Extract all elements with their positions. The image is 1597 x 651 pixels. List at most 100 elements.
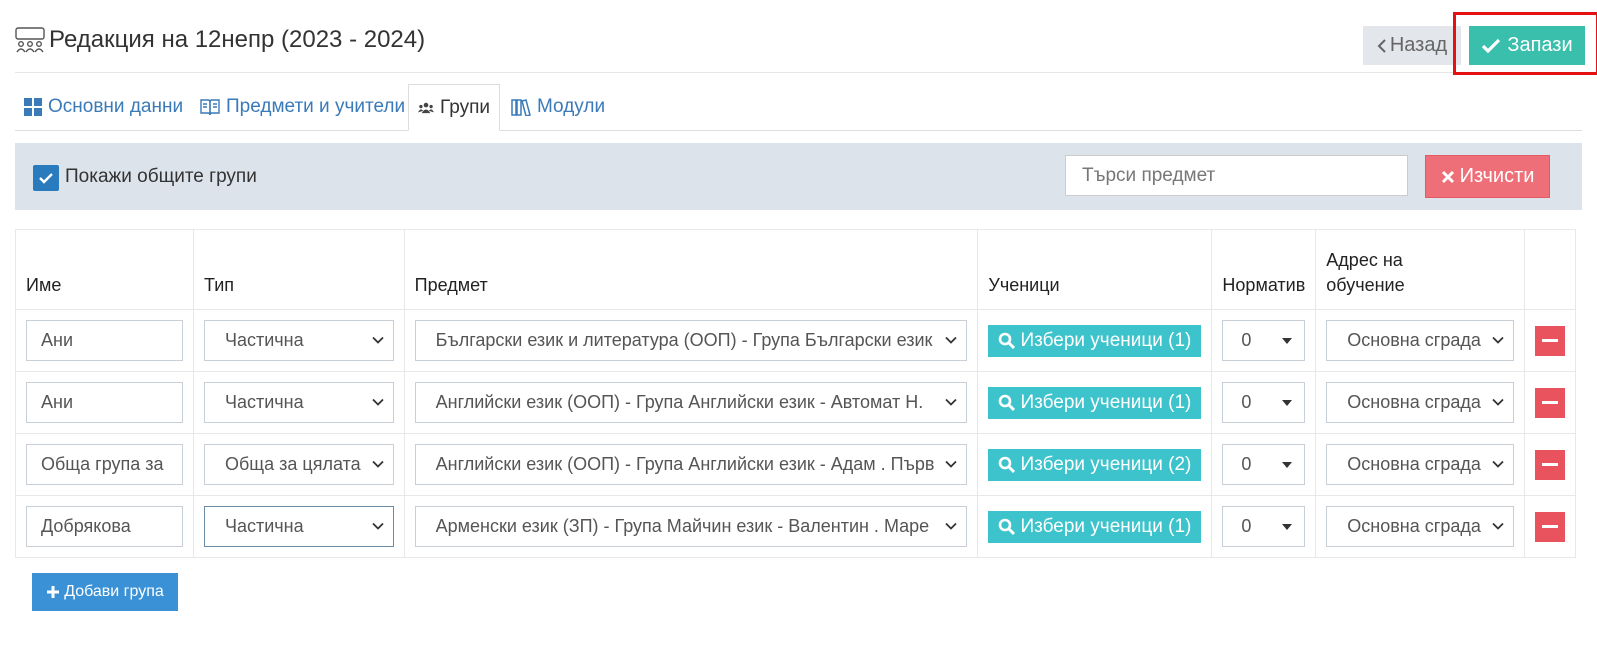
search-subject-input[interactable] xyxy=(1065,155,1408,196)
tab-label: Предмети и учители xyxy=(226,96,406,117)
norm-value: 0 xyxy=(1241,392,1252,412)
group-type-value: Обща за цялата xyxy=(225,454,361,474)
column-header-name: Име xyxy=(15,229,194,310)
search-icon xyxy=(999,394,1016,411)
subject-value: Английски език (ООП) - Група Английски е… xyxy=(435,392,924,412)
show-common-groups-checkbox[interactable] xyxy=(33,165,59,191)
remove-group-button[interactable] xyxy=(1534,387,1565,418)
minus-icon xyxy=(1541,525,1558,528)
back-button-label: Назад xyxy=(1389,34,1448,56)
tab-basic-data[interactable]: Основни данни xyxy=(15,84,192,130)
table-row: Обща група за Обща за цялата Английски е… xyxy=(15,433,1576,496)
group-name-input[interactable]: Добрякова xyxy=(26,506,183,547)
subject-value: Български език и литература (ООП) - Груп… xyxy=(435,330,933,350)
table-header-row: Име Тип Предмет Ученици Норматив Адрес н… xyxy=(15,229,1576,310)
chevron-down-icon xyxy=(945,522,958,530)
select-students-button[interactable]: Избери ученици (2) xyxy=(988,448,1202,481)
close-icon xyxy=(1441,170,1454,183)
address-select[interactable]: Основна сграда xyxy=(1326,382,1514,423)
caret-down-icon xyxy=(1282,338,1293,344)
address-header-line1: Адрес на xyxy=(1326,250,1403,270)
grid-icon xyxy=(24,98,42,116)
remove-group-button[interactable] xyxy=(1534,511,1565,542)
tab-groups[interactable]: Групи xyxy=(408,84,500,131)
group-type-value: Частична xyxy=(225,392,304,412)
group-type-select[interactable]: Частична xyxy=(204,382,394,423)
column-header-address: Адрес на обучение xyxy=(1315,229,1525,310)
remove-group-button[interactable] xyxy=(1534,449,1565,480)
group-name-input[interactable]: Обща група за xyxy=(26,444,183,485)
select-students-button[interactable]: Избери ученици (1) xyxy=(988,386,1202,419)
group-icon xyxy=(15,27,45,53)
table-row: Ани Частична Български език и литература… xyxy=(15,309,1576,372)
subject-select[interactable]: Английски език (ООП) - Група Английски е… xyxy=(414,382,968,423)
address-select[interactable]: Основна сграда xyxy=(1326,320,1514,361)
chevron-down-icon xyxy=(371,398,384,406)
subject-value: Английски език (ООП) - Група Английски е… xyxy=(435,454,935,474)
column-header-actions xyxy=(1523,229,1576,310)
select-students-label: Избери ученици (1) xyxy=(1020,515,1192,537)
minus-icon xyxy=(1541,339,1558,342)
address-select[interactable]: Основна сграда xyxy=(1326,444,1514,485)
address-header-line2: обучение xyxy=(1326,275,1405,295)
search-icon xyxy=(999,518,1016,535)
subject-select[interactable]: Арменски език (ЗП) - Група Майчин език -… xyxy=(414,506,968,547)
save-highlight-box xyxy=(1453,12,1597,75)
group-type-select[interactable]: Обща за цялата xyxy=(204,444,394,485)
chevron-down-icon xyxy=(1492,336,1504,344)
group-type-select[interactable]: Частична xyxy=(204,506,394,547)
caret-down-icon xyxy=(1282,462,1293,468)
select-students-label: Избери ученици (2) xyxy=(1020,453,1192,475)
chevron-down-icon xyxy=(945,398,958,406)
books-icon xyxy=(511,99,531,116)
group-name-input[interactable]: Ани xyxy=(26,320,183,361)
select-students-label: Избери ученици (1) xyxy=(1020,391,1192,413)
subject-select[interactable]: Английски език (ООП) - Група Английски е… xyxy=(414,444,968,485)
tab-label: Модули xyxy=(537,96,606,117)
tab-label: Основни данни xyxy=(48,96,184,117)
chevron-down-icon xyxy=(945,460,958,468)
group-name-input[interactable]: Ани xyxy=(26,382,183,423)
address-value: Основна сграда xyxy=(1347,516,1481,536)
address-select[interactable]: Основна сграда xyxy=(1326,506,1514,547)
users-icon xyxy=(418,102,435,113)
chevron-down-icon xyxy=(371,336,384,344)
chevron-down-icon xyxy=(1492,398,1504,406)
show-common-groups-label: Покажи общите групи xyxy=(65,166,257,187)
minus-icon xyxy=(1541,401,1558,404)
norm-value: 0 xyxy=(1241,330,1252,350)
add-group-button[interactable]: Добави група xyxy=(32,573,178,611)
remove-group-button[interactable] xyxy=(1534,325,1565,356)
address-value: Основна сграда xyxy=(1347,454,1481,474)
back-button[interactable]: Назад xyxy=(1363,26,1461,65)
norm-select[interactable]: 0 xyxy=(1222,444,1306,485)
norm-select[interactable]: 0 xyxy=(1222,382,1306,423)
filter-bar: Покажи общите групи Изчисти xyxy=(15,143,1582,210)
group-type-select[interactable]: Частична xyxy=(204,320,394,361)
address-value: Основна сграда xyxy=(1347,330,1481,350)
tab-bar: Основни данни Предмети и учители Групи М… xyxy=(15,84,1582,131)
caret-down-icon xyxy=(1282,524,1293,530)
chevron-left-icon xyxy=(1377,38,1386,53)
column-header-students: Ученици xyxy=(977,229,1213,310)
tab-subjects-teachers[interactable]: Предмети и учители xyxy=(191,84,414,130)
select-students-button[interactable]: Избери ученици (1) xyxy=(988,510,1202,543)
table-row: Ани Частична Английски език (ООП) - Груп… xyxy=(15,371,1576,434)
check-icon xyxy=(39,173,53,184)
search-icon xyxy=(999,332,1016,349)
column-header-norm: Норматив xyxy=(1211,229,1317,310)
select-students-button[interactable]: Избери ученици (1) xyxy=(988,324,1202,357)
groups-table: Име Тип Предмет Ученици Норматив Адрес н… xyxy=(15,229,1576,558)
caret-down-icon xyxy=(1282,400,1293,406)
chevron-down-icon xyxy=(1492,522,1504,530)
tab-modules[interactable]: Модули xyxy=(502,84,614,130)
norm-select[interactable]: 0 xyxy=(1222,320,1306,361)
subject-select[interactable]: Български език и литература (ООП) - Груп… xyxy=(414,320,968,361)
column-header-subject: Предмет xyxy=(403,229,979,310)
group-type-value: Частична xyxy=(225,516,304,536)
norm-select[interactable]: 0 xyxy=(1222,506,1306,547)
page-title-text: Редакция на 12непр (2023 - 2024) xyxy=(49,26,426,53)
clear-button[interactable]: Изчисти xyxy=(1425,155,1550,198)
chevron-down-icon xyxy=(945,336,958,344)
group-type-value: Частична xyxy=(225,330,304,350)
